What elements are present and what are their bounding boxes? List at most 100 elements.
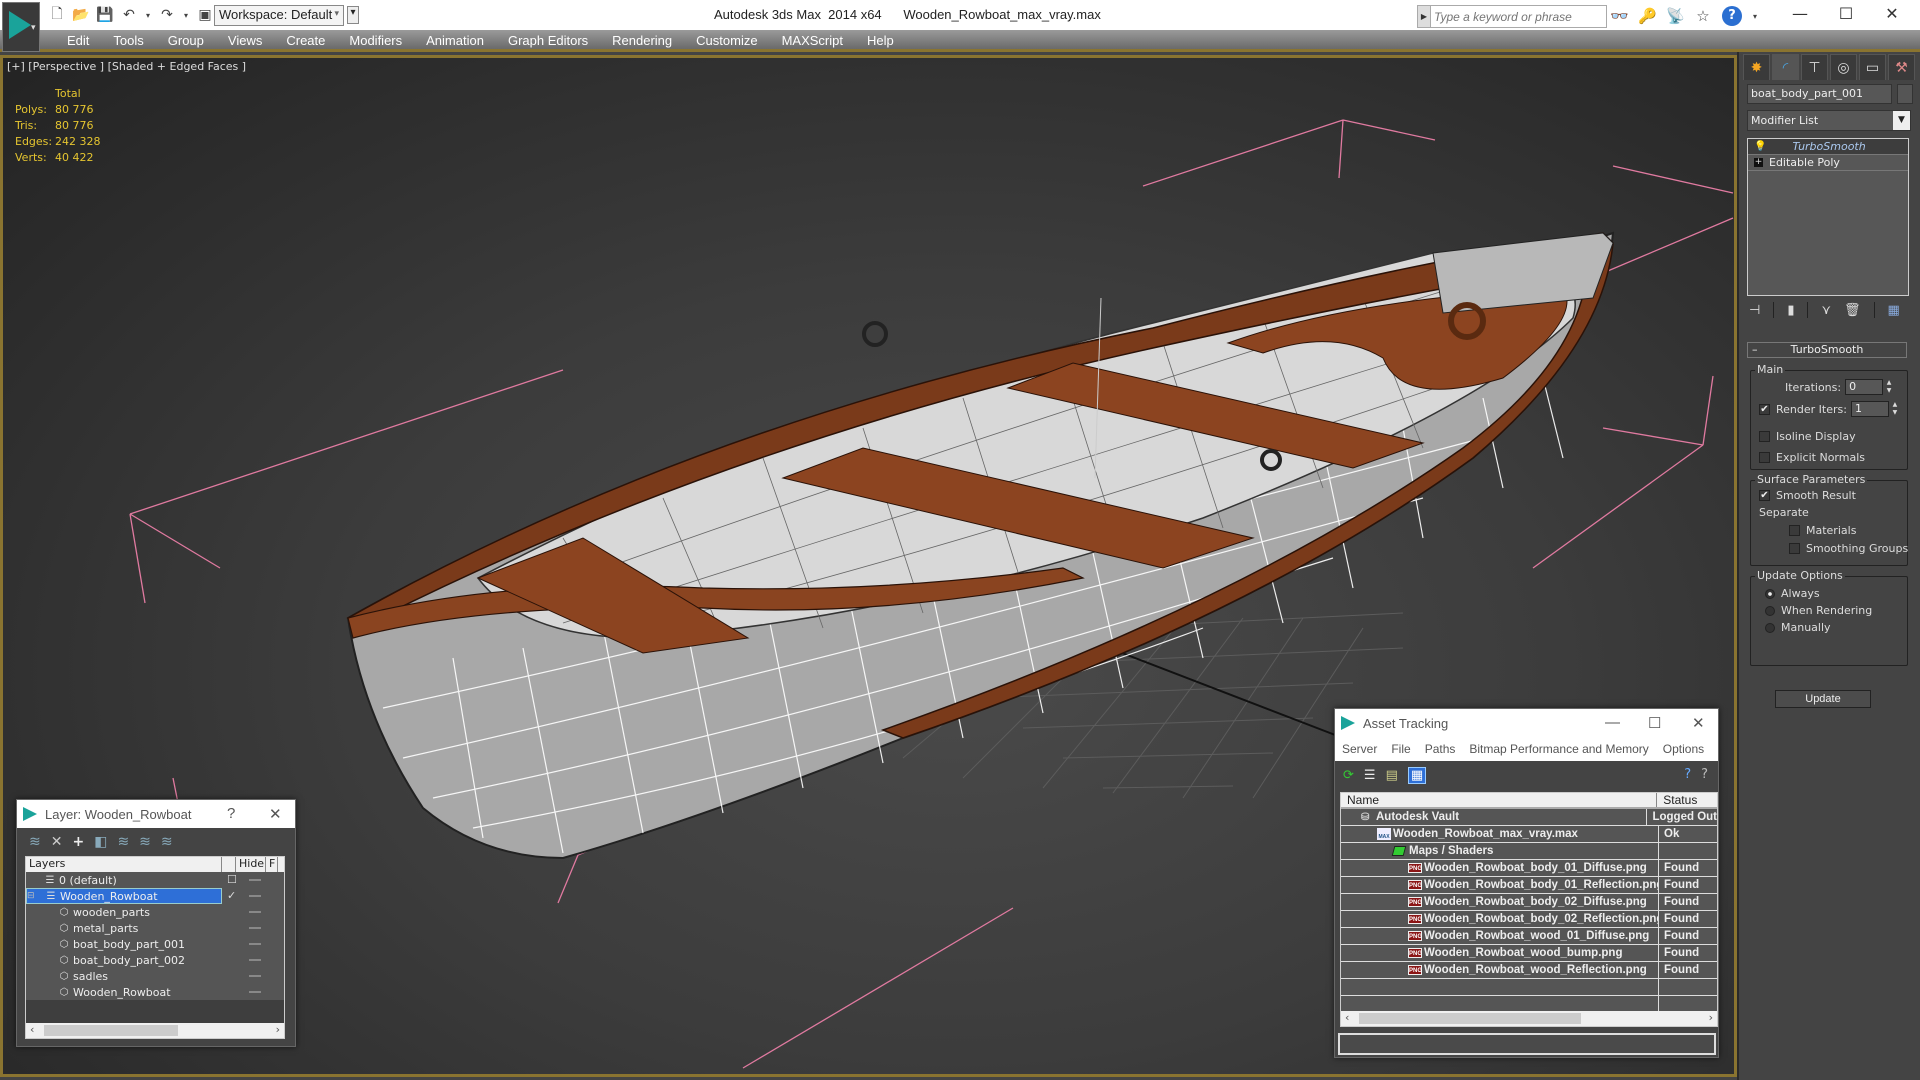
radio-manually[interactable] [1765,622,1775,633]
menu-tools[interactable]: Tools [101,32,155,50]
iterations-spinner[interactable]: ▲ ▼ [1885,379,1893,395]
hide-toggle[interactable] [249,943,261,945]
save-file-icon[interactable]: 💾 [96,6,114,24]
hide-toggle[interactable] [249,927,261,929]
new-file-icon[interactable]: 🗋 [48,6,66,24]
object-name-field[interactable]: boat_body_part_001 [1747,84,1892,104]
object-row[interactable]: ⬡ wooden_parts [26,904,284,920]
radio-always[interactable] [1765,588,1775,599]
hide-toggle[interactable] [249,911,261,913]
expand-search-icon[interactable]: ▶ [1417,5,1431,28]
asset-menu-bitmap-performance[interactable]: Bitmap Performance and Memory [1469,742,1648,756]
viewport-label[interactable]: [+] [Perspective ] [Shaded + Edged Faces… [7,60,246,73]
motion-tab[interactable]: ◎ [1830,54,1857,80]
redo-dropdown-icon[interactable]: ▾ [182,6,190,24]
asset-row[interactable]: PNG Wooden_Rowboat_body_01_Reflection.png… [1341,877,1717,894]
asset-row[interactable]: PNG Wooden_Rowboat_body_01_Diffuse.png Fou… [1341,860,1717,877]
minimize-button[interactable]: — [1605,714,1620,731]
layer-list-scrollbar[interactable]: ‹ › [26,1023,284,1038]
update-button[interactable]: Update [1775,690,1871,708]
binoculars-icon[interactable]: 👓 [1610,7,1629,25]
search-input[interactable] [1434,7,1604,26]
redo-icon[interactable]: ↷ [158,6,176,24]
undo-dropdown-icon[interactable]: ▾ [144,6,152,24]
materials-checkbox[interactable] [1789,525,1800,536]
scroll-left-icon[interactable]: ‹ [1345,1011,1349,1024]
open-file-icon[interactable]: 📂 [72,6,90,24]
radio-when-rendering[interactable] [1765,605,1775,616]
asset-row[interactable]: PNG Wooden_Rowboat_wood_Reflection.png Fou… [1341,962,1717,979]
star-icon[interactable]: ☆ [1694,7,1712,25]
menu-animation[interactable]: Animation [414,32,496,50]
asset-menu-paths[interactable]: Paths [1425,742,1456,756]
project-folder-icon[interactable]: ▣ [196,6,214,24]
menu-modifiers[interactable]: Modifiers [337,32,414,50]
asset-menu-options[interactable]: Options [1663,742,1704,756]
menu-customize[interactable]: Customize [684,32,769,50]
column-hide[interactable]: Hide [236,857,266,872]
object-row[interactable]: ⬡ metal_parts [26,920,284,936]
column-name[interactable]: Name [1341,793,1658,807]
render-iters-checkbox[interactable]: ✔ [1759,403,1770,415]
object-row[interactable]: ⬡ boat_body_part_001 [26,936,284,952]
app-menu-button[interactable]: ▾ [2,2,40,52]
column-status[interactable]: Status [1657,793,1717,807]
menu-views[interactable]: Views [216,32,274,50]
undo-icon[interactable]: ↶ [120,6,138,24]
isoline-display-checkbox[interactable] [1759,431,1770,442]
vault-help-icon[interactable]: ? [1684,767,1691,782]
key-icon[interactable]: 🔑 [1638,7,1657,25]
utilities-tab[interactable]: ⚒ [1888,54,1915,80]
column-current[interactable] [222,857,236,872]
smooth-result-checkbox[interactable]: ✔ [1759,490,1770,501]
highlight-layer-icon[interactable]: ≋ [139,834,151,850]
update-always-option[interactable]: Always [1765,587,1820,600]
menu-edit[interactable]: Edit [55,32,101,50]
help-icon[interactable]: ? [1722,6,1742,26]
lightbulb-icon[interactable]: 💡 [1754,141,1766,152]
layer-dialog-titlebar[interactable]: Layer: Wooden_Rowboat ? ✕ [17,800,295,828]
pin-stack-icon[interactable]: ⊣ [1749,303,1760,318]
collapse-icon[interactable]: ⊟ [27,891,45,901]
stack-item-editable-poly[interactable]: + Editable Poly [1748,155,1908,171]
show-end-result-icon[interactable]: ▮ [1787,303,1794,318]
create-layer-icon[interactable]: ≋ [29,834,41,850]
workspace-selector[interactable]: Workspace: Default ▾ [214,5,344,26]
menu-rendering[interactable]: Rendering [600,32,684,50]
object-color-swatch[interactable] [1897,84,1913,104]
layer-row[interactable]: ☰ 0 (default) ☐ [26,872,284,888]
help-dropdown-icon[interactable]: ▾ [1752,12,1758,21]
hide-toggle[interactable] [249,895,261,897]
update-when-rendering-option[interactable]: When Rendering [1765,604,1872,617]
close-icon[interactable]: ✕ [269,805,282,823]
configure-modifier-sets-icon[interactable]: ▦ [1888,303,1900,318]
asset-menu-file[interactable]: File [1391,742,1410,756]
maximize-button[interactable]: ☐ [1648,714,1661,732]
customize-quick-access-button[interactable]: ▾ [347,6,359,24]
close-icon[interactable]: ✕ [1692,714,1705,732]
menu-create[interactable]: Create [274,32,337,50]
modify-tab[interactable]: ◜ [1772,54,1799,80]
menu-maxscript[interactable]: MAXScript [770,32,855,50]
layer-row[interactable]: ⊟ ☰ Wooden_Rowboat ✓ [26,888,284,904]
turbosmooth-rollout-header[interactable]: – TurboSmooth [1747,342,1907,358]
tree-view-icon[interactable]: ▤ [1386,768,1398,783]
refresh-icon[interactable]: ⟳ [1343,768,1354,783]
asset-row[interactable]: ⛁ Autodesk Vault Logged Out [1341,809,1717,826]
hierarchy-tab[interactable]: ⊤ [1801,54,1828,80]
explicit-normals-checkbox[interactable] [1759,452,1770,463]
hide-toggle[interactable] [249,879,261,881]
minimize-button[interactable]: — [1780,4,1820,23]
select-objects-icon[interactable]: ◧ [94,834,107,850]
satellite-icon[interactable]: 📡 [1666,7,1685,25]
scroll-right-icon[interactable]: › [1709,1011,1713,1024]
menu-graph-editors[interactable]: Graph Editors [496,32,600,50]
hide-toggle[interactable] [249,959,261,961]
asset-menu-server[interactable]: Server [1342,742,1377,756]
make-unique-icon[interactable]: ⋎ [1821,303,1831,318]
object-row[interactable]: ⬡ boat_body_part_002 [26,952,284,968]
asset-row[interactable]: Maps / Shaders [1341,843,1717,860]
hide-toggle[interactable] [249,991,261,993]
scroll-right-icon[interactable]: › [276,1023,280,1036]
column-freeze[interactable]: F [266,857,278,872]
